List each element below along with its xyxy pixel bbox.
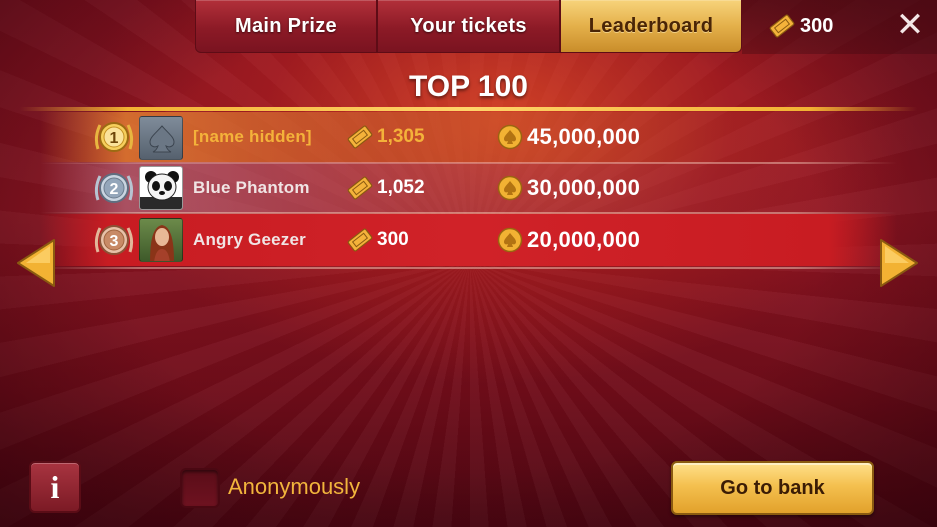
gold-medal-icon: 1 [94,122,134,152]
tab-your-tickets[interactable]: Your tickets [377,0,560,53]
coin-amount: 45,000,000 [527,124,641,149]
player-tickets: 1,052 [346,176,425,200]
ticket-count: 1,052 [377,177,425,198]
panda-icon [140,171,182,209]
ticket-icon [347,228,373,252]
player-coins: 45,000,000 [497,124,640,150]
ticket-count: 300 [377,229,409,250]
tab-main-prize[interactable]: Main Prize [195,0,377,53]
spade-avatar-icon[interactable] [139,116,183,160]
ticket-balance-value: 300 [800,14,834,37]
ticket-icon [347,176,373,200]
ticket-icon [347,125,373,149]
bronze-medal-icon: 3 [94,225,134,255]
spade-icon [149,125,175,153]
anonymous-label: Anonymously [228,474,361,499]
ticket-count: 1,305 [377,126,425,147]
rank-number: 1 [110,130,119,147]
player-coins: 30,000,000 [497,175,640,201]
ticket-icon [769,14,795,38]
rank-number: 3 [110,233,119,250]
coin-icon [497,175,523,201]
woman-avatar-icon[interactable] [139,218,183,262]
info-icon: i [50,468,60,505]
close-button[interactable]: ✕ [895,6,925,44]
tab-leaderboard[interactable]: Leaderboard [560,0,742,53]
anonymous-checkbox[interactable] [180,468,220,508]
coin-icon [497,124,523,150]
player-tickets: 300 [346,228,409,252]
row-divider [40,267,897,269]
coin-amount: 30,000,000 [527,175,641,200]
player-name: Angry Geezer [193,230,306,249]
player-name: [name hidden] [193,127,312,146]
page-title: TOP 100 [409,70,528,103]
player-name: Blue Phantom [193,178,310,197]
ticket-balance: 300 [768,14,833,38]
tab-bar: Main Prize Your tickets Leaderboard [195,0,742,54]
info-button[interactable]: i [29,461,81,513]
rank-number: 2 [110,181,119,198]
player-tickets: 1,305 [346,125,425,149]
previous-page-arrow-icon[interactable] [14,237,58,289]
silver-medal-icon: 2 [94,173,134,203]
player-coins: 20,000,000 [497,227,640,253]
next-page-arrow-icon[interactable] [877,237,921,289]
panda-avatar-icon[interactable] [139,166,183,210]
go-to-bank-label: Go to bank [720,476,825,499]
coin-icon [497,227,523,253]
coin-amount: 20,000,000 [527,227,641,252]
title-divider [20,107,917,111]
woman-icon [150,225,174,261]
go-to-bank-button[interactable]: Go to bank [671,461,874,515]
close-icon: ✕ [895,6,925,44]
